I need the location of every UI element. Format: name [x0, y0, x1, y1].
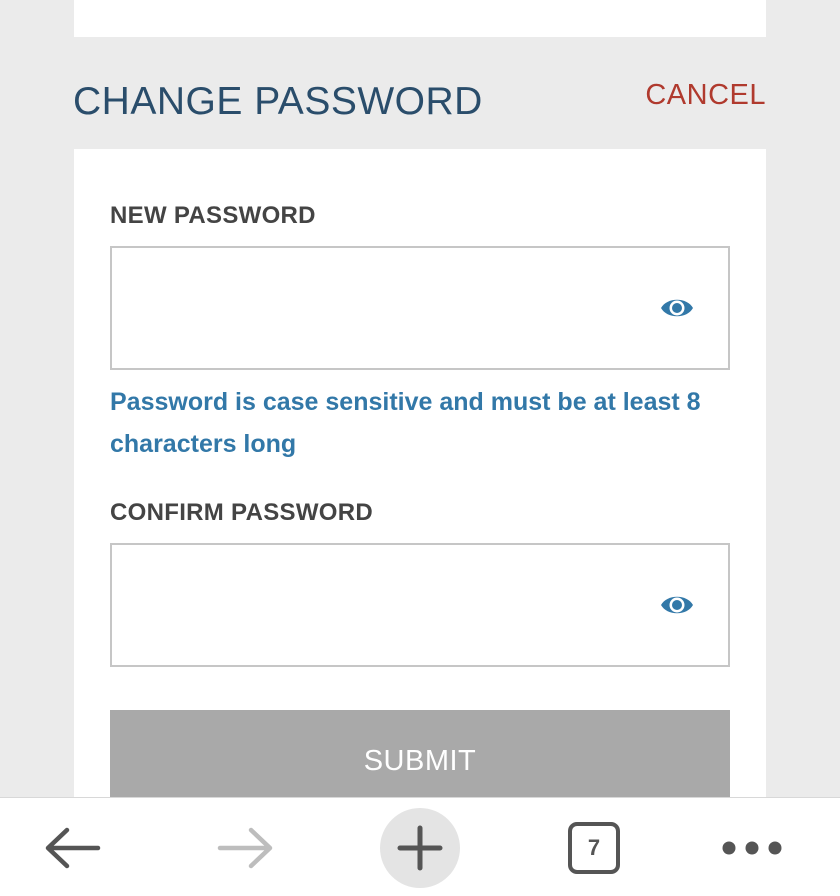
more-icon [722, 841, 782, 854]
confirm-password-label: CONFIRM PASSWORD [110, 499, 374, 526]
more-menu-button[interactable] [702, 798, 802, 896]
tabs-icon: 7 [568, 821, 620, 874]
forward-button[interactable] [196, 798, 296, 896]
show-password-eye-icon[interactable] [660, 294, 694, 322]
tabs-button[interactable]: 7 [544, 798, 644, 896]
plus-icon [397, 825, 443, 870]
page-title: CHANGE PASSWORD [73, 80, 483, 123]
new-password-label: NEW PASSWORD [110, 202, 316, 229]
new-tab-circle [380, 807, 460, 888]
cancel-button[interactable]: CANCEL [645, 79, 766, 112]
browser-toolbar: 7 [0, 797, 840, 896]
tab-count: 7 [587, 834, 601, 860]
change-password-form: NEW PASSWORD Password is case sensitive … [74, 149, 766, 820]
forward-arrow-icon [217, 827, 273, 868]
new-password-input[interactable] [126, 248, 646, 368]
new-tab-button[interactable] [370, 798, 470, 896]
previous-card [74, 0, 766, 37]
back-arrow-icon [45, 827, 101, 868]
confirm-password-field[interactable] [110, 543, 730, 667]
password-requirements-hint: Password is case sensitive and must be a… [110, 388, 701, 458]
confirm-password-input[interactable] [126, 545, 646, 665]
back-button[interactable] [22, 798, 122, 896]
page: CHANGE PASSWORD CANCEL NEW PASSWORD Pass… [0, 0, 840, 896]
show-confirm-password-eye-icon[interactable] [660, 591, 694, 619]
new-password-field[interactable] [110, 246, 730, 370]
